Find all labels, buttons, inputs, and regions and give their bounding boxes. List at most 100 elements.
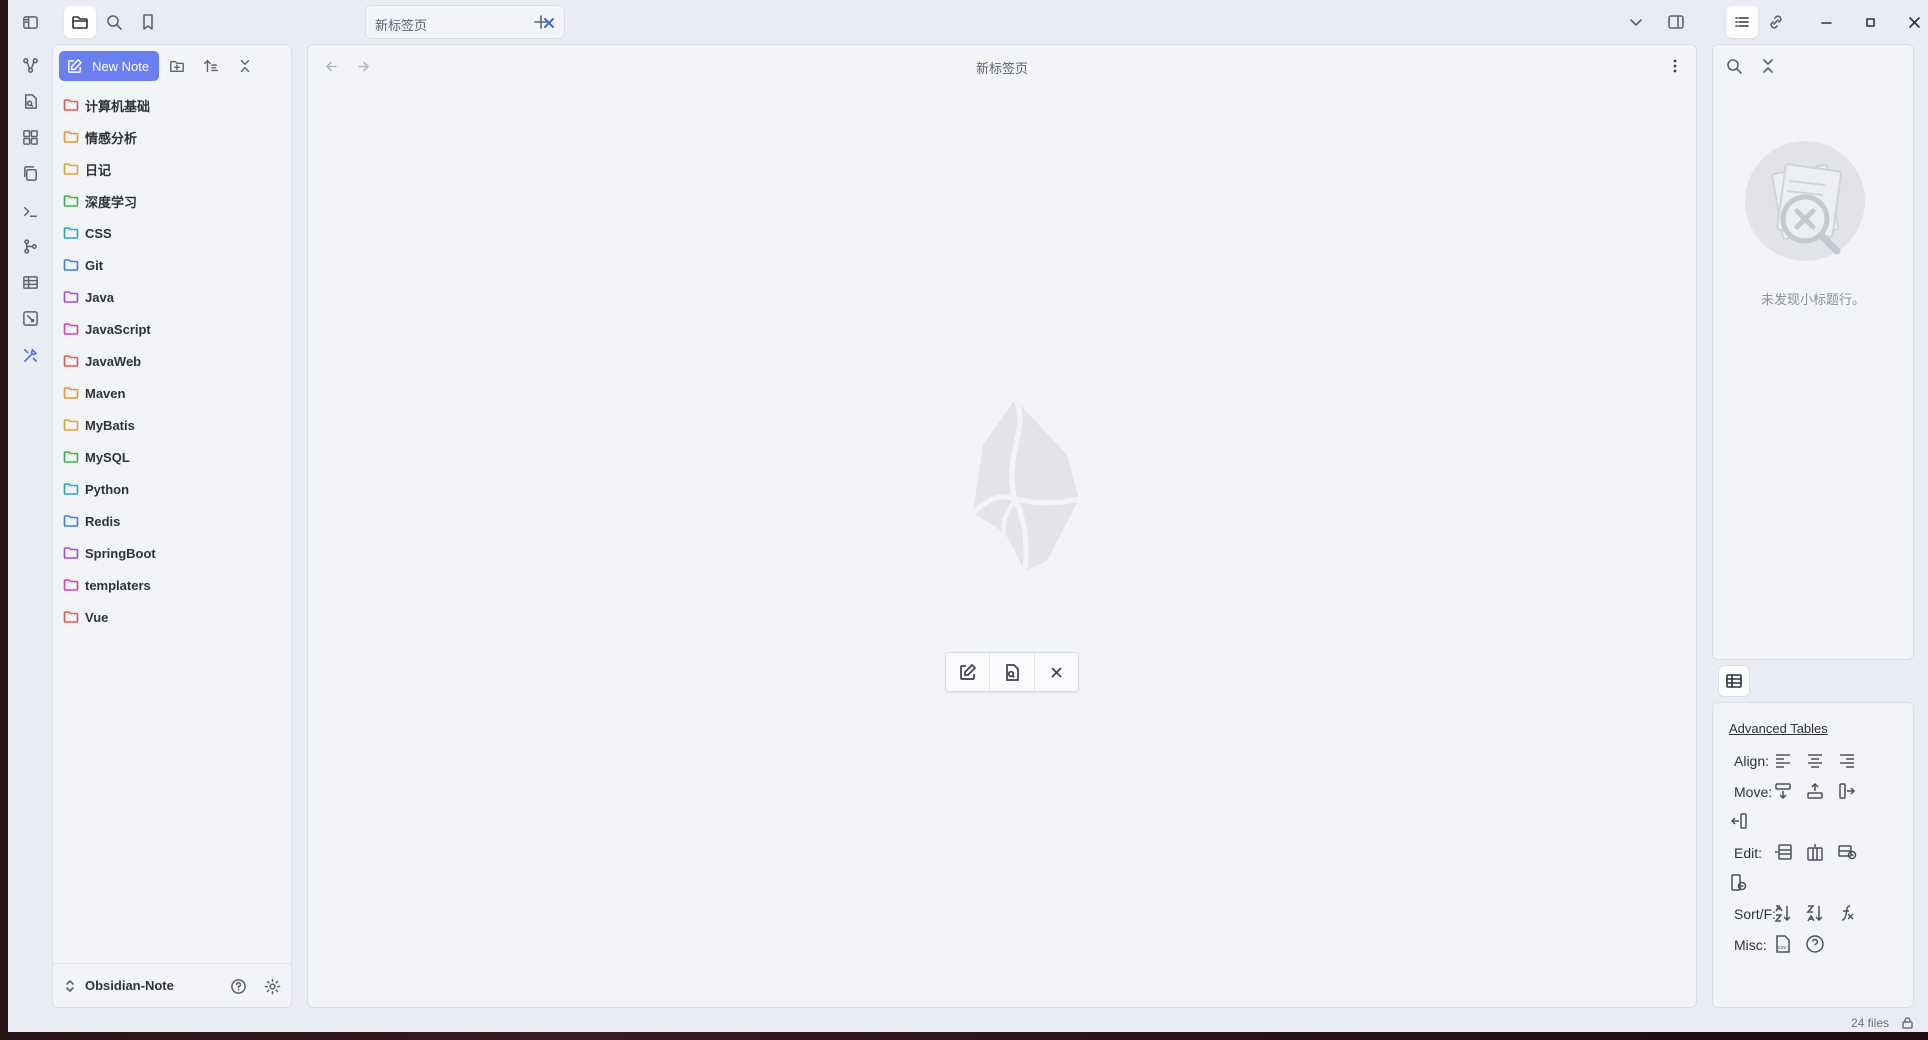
sort-descending-icon[interactable] — [1805, 903, 1829, 927]
view-title: 新标签页 — [975, 61, 1028, 76]
folder-icon — [63, 130, 79, 144]
folder-item[interactable]: 情感分析 — [63, 121, 283, 153]
collapse-all-icon[interactable] — [233, 54, 257, 78]
folder-icon — [63, 482, 79, 496]
edit-label: Edit: — [1734, 845, 1763, 861]
folder-item[interactable]: Python — [63, 473, 283, 505]
canvas-icon[interactable] — [16, 123, 44, 151]
tools-icon[interactable] — [16, 341, 44, 369]
collapse-all-icon[interactable] — [1757, 55, 1779, 77]
git-icon[interactable] — [16, 232, 44, 260]
file-explorer-tab-icon[interactable] — [64, 6, 96, 38]
svg-text:csv: csv — [1778, 945, 1787, 951]
close-window-icon[interactable] — [1898, 6, 1928, 38]
folder-icon — [63, 386, 79, 400]
search-icon[interactable] — [1723, 55, 1745, 77]
folder-item[interactable]: Git — [63, 249, 283, 281]
folder-item[interactable]: JavaWeb — [63, 345, 283, 377]
more-options-icon[interactable] — [1664, 55, 1686, 77]
formula-icon[interactable] — [1837, 903, 1861, 927]
folder-label: SpringBoot — [85, 545, 156, 561]
folder-item[interactable]: Vue — [63, 601, 283, 633]
folder-item[interactable]: CSS — [63, 217, 283, 249]
advanced-tables-title[interactable]: Advanced Tables — [1729, 721, 1828, 736]
folder-item[interactable]: Redis — [63, 505, 283, 537]
table-icon[interactable] — [16, 268, 44, 296]
toggle-right-sidebar-icon[interactable] — [1660, 6, 1692, 38]
title-bar: 新标签页 — [52, 0, 1928, 44]
folder-item[interactable]: templaters — [63, 569, 283, 601]
folder-label: JavaWeb — [85, 353, 142, 369]
new-folder-icon[interactable] — [165, 54, 189, 78]
tab-title: 新标签页 — [375, 18, 428, 33]
backlinks-tab-icon[interactable] — [1760, 6, 1792, 38]
folder-label: Git — [85, 257, 104, 273]
terminal-icon[interactable] — [16, 197, 44, 225]
search-tab-icon[interactable] — [98, 6, 130, 38]
excalidraw-icon[interactable] — [16, 304, 44, 332]
folder-label: Java — [85, 289, 114, 305]
gear-icon[interactable] — [262, 976, 282, 996]
sync-status-icon[interactable] — [1901, 1016, 1914, 1030]
open-file-button[interactable] — [990, 653, 1035, 691]
outline-panel: 未发现小标题行。 — [1712, 44, 1914, 660]
folder-icon — [63, 226, 79, 240]
move-column-right-icon[interactable] — [1837, 781, 1861, 805]
folder-icon — [63, 450, 79, 464]
create-note-button[interactable] — [946, 653, 991, 691]
align-center-icon[interactable] — [1805, 750, 1829, 774]
open-file-icon[interactable] — [16, 87, 44, 115]
folder-item[interactable]: 深度学习 — [63, 185, 283, 217]
folder-item[interactable]: 计算机基础 — [63, 89, 283, 121]
help-icon[interactable] — [1805, 934, 1829, 958]
sort-icon[interactable] — [199, 54, 223, 78]
advanced-tables-tab-icon[interactable] — [1718, 665, 1750, 697]
close-tab-button[interactable] — [1035, 653, 1078, 691]
folder-item[interactable]: 日记 — [63, 153, 283, 185]
chevron-down-icon[interactable] — [1620, 6, 1652, 38]
folder-icon — [63, 610, 79, 624]
folder-icon — [63, 322, 79, 336]
copy-icon[interactable] — [16, 159, 44, 187]
folder-item[interactable]: SpringBoot — [63, 537, 283, 569]
sort-ascending-icon[interactable] — [1773, 903, 1797, 927]
minimize-icon[interactable] — [1810, 6, 1842, 38]
folder-item[interactable]: MyBatis — [63, 409, 283, 441]
file-explorer: New Note 计算机基础 情感分析 日记深度学习 CSS Git Java JavaSc… — [52, 44, 292, 1008]
outline-tab-icon[interactable] — [1726, 6, 1758, 38]
graph-view-icon[interactable] — [16, 51, 44, 79]
move-label: Move: — [1734, 784, 1773, 800]
move-column-left-icon[interactable] — [1729, 811, 1753, 835]
new-tab-icon[interactable] — [525, 6, 557, 38]
insert-column-icon[interactable] — [1805, 842, 1829, 866]
new-note-button[interactable]: New Note — [59, 51, 159, 81]
close-icon — [1051, 666, 1062, 678]
delete-column-icon[interactable] — [1729, 873, 1753, 897]
edit-icon — [960, 663, 977, 680]
left-ribbon — [8, 0, 52, 1032]
vault-name: Obsidian-Note — [85, 978, 174, 993]
move-row-down-icon[interactable] — [1773, 781, 1797, 805]
toggle-sidebar-icon[interactable] — [16, 8, 44, 36]
insert-row-icon[interactable] — [1773, 842, 1797, 866]
bookmarks-tab-icon[interactable] — [132, 6, 164, 38]
folder-item[interactable]: MySQL — [63, 441, 283, 473]
folder-item[interactable]: JavaScript — [63, 313, 283, 345]
move-row-up-icon[interactable] — [1805, 781, 1829, 805]
csv-icon[interactable]: csv — [1773, 934, 1797, 958]
folder-label: 深度学习 — [85, 194, 138, 210]
delete-row-icon[interactable] — [1837, 842, 1861, 866]
align-left-icon[interactable] — [1773, 750, 1797, 774]
folder-item[interactable]: Java — [63, 281, 283, 313]
no-results-illustration-icon — [1745, 141, 1865, 261]
editor-pane: 新标签页 — [307, 44, 1697, 1008]
maximize-icon[interactable] — [1854, 6, 1886, 38]
new-note-label: New Note — [92, 58, 150, 74]
help-icon[interactable] — [228, 976, 248, 996]
folder-item[interactable]: Maven — [63, 377, 283, 409]
folder-icon — [63, 290, 79, 304]
vault-switcher[interactable]: Obsidian-Note — [53, 963, 291, 1007]
advanced-tables-panel: Advanced Tables Align: Move: Edit: Sort/… — [1712, 702, 1914, 1008]
align-right-icon[interactable] — [1837, 750, 1861, 774]
sort-label: Sort/F: — [1734, 906, 1777, 922]
